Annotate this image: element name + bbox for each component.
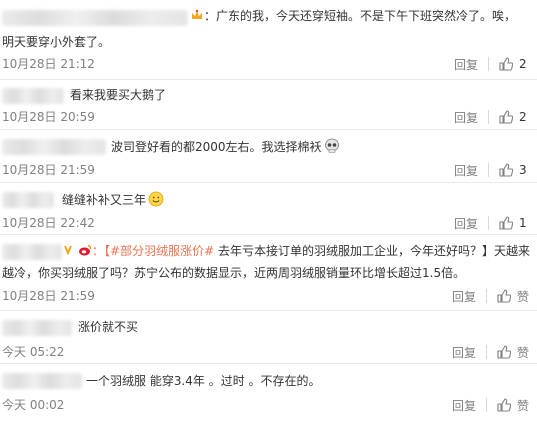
comment-text-line1: 缝缝补补又三年	[62, 193, 147, 207]
blurred-username	[2, 244, 62, 260]
like-button[interactable]: 1	[489, 216, 537, 230]
comment-text: ：【#部分羽绒服涨价# 去年亏本接订单的羽绒服加工企业，今年还好吗？】天越来	[64, 241, 530, 261]
like-count: 2	[519, 57, 527, 71]
like-label: 赞	[516, 398, 529, 413]
thumbs-up-icon	[499, 57, 513, 71]
like-button[interactable]: 赞	[487, 288, 537, 305]
comment-item: ：广东的我，今天还穿短袖。不是下午下班突然冷了。唉， 明天要穿小外套了。 10月…	[0, 0, 537, 80]
thumbs-up-icon	[497, 398, 511, 412]
comment-timestamp: 今天 05:22	[2, 345, 65, 359]
comment-timestamp: 今天 00:02	[2, 398, 65, 412]
comment-actions: 回复 赞	[442, 343, 537, 361]
comment-item: ：【#部分羽绒服涨价# 去年亏本接订单的羽绒服加工企业，今年还好吗？】天越来 越…	[0, 235, 537, 311]
comment-text: 缝缝补补又三年	[62, 190, 164, 210]
comment-item: 涨价就不买 今天 05:22 回复 赞	[0, 311, 537, 364]
blurred-username	[2, 320, 72, 336]
comment-text: 波司登好看的都2000左右。我选择棉袄	[111, 137, 340, 157]
like-button[interactable]: 赞	[487, 344, 537, 361]
blurred-username	[2, 192, 54, 208]
comment-timestamp: 10月28日 21:59	[2, 289, 95, 303]
comment-item: 一个羽绒服 能穿3.4年 。过时 。不存在的。 今天 00:02 回复 赞	[0, 364, 537, 430]
like-button[interactable]: 2	[489, 57, 537, 71]
thumbs-up-icon	[499, 163, 513, 177]
comment-actions: 回复 赞	[442, 287, 537, 305]
like-count: 2	[519, 110, 527, 124]
member-crown-icon	[192, 9, 202, 19]
comment-timestamp: 10月28日 21:59	[2, 163, 95, 177]
blurred-username	[2, 373, 82, 389]
reply-button[interactable]: 回复	[444, 162, 488, 179]
comment-item: 看来我要买大鹅了 10月28日 20:59 回复 2	[0, 80, 537, 130]
reply-button[interactable]: 回复	[444, 109, 488, 126]
comment-actions: 回复 2	[444, 55, 537, 73]
comment-timestamp: 10月28日 21:12	[2, 57, 95, 71]
comment-text-line1: 去年亏本接订单的羽绒服加工企业，今年还好吗？】天越来	[214, 244, 530, 258]
blurred-username	[2, 88, 64, 104]
comment-actions: 回复 1	[444, 214, 537, 232]
comment-text: 一个羽绒服 能穿3.4年 。过时 。不存在的。	[86, 374, 321, 388]
blurred-username	[2, 10, 188, 26]
blurred-username	[2, 139, 106, 155]
like-count: 1	[519, 216, 527, 230]
smile-emoji-icon	[148, 191, 164, 207]
like-label: 赞	[516, 345, 529, 360]
like-label: 赞	[516, 289, 529, 304]
thumbs-up-icon	[499, 110, 513, 124]
thumbs-up-icon	[497, 345, 511, 359]
comment-actions: 回复 赞	[442, 396, 537, 414]
comment-actions: 回复 2	[444, 108, 537, 126]
comment-text-line2: 越冷，你买羽绒服了吗？苏宁公布的数据显示，近两周羽绒服销量环比增长超过1.5倍。	[2, 266, 466, 280]
comment-text-line1: 波司登好看的都2000左右。我选择棉袄	[111, 140, 322, 154]
like-button[interactable]: 赞	[487, 397, 537, 414]
comment-item: 波司登好看的都2000左右。我选择棉袄 10月28日 21:59 回复 3	[0, 130, 537, 183]
thumbs-up-icon	[497, 289, 511, 303]
like-count: 3	[519, 163, 527, 177]
comment-timestamp: 10月28日 20:59	[2, 110, 95, 124]
thumbs-up-icon	[499, 216, 513, 230]
reply-button[interactable]: 回复	[442, 397, 486, 414]
reply-button[interactable]: 回复	[442, 344, 486, 361]
comment-timestamp: 10月28日 22:42	[2, 216, 95, 230]
comment-text-line1: ：广东的我，今天还穿短袖。不是下午下班突然冷了。唉，	[204, 9, 517, 23]
comment-text: 看来我要买大鹅了	[70, 88, 167, 102]
weibo-logo-icon	[79, 244, 92, 256]
comment-text: 涨价就不买	[78, 320, 139, 334]
topic-hashtag-link[interactable]: #部分羽绒服涨价#	[110, 244, 214, 258]
like-button[interactable]: 2	[489, 110, 537, 124]
reply-button[interactable]: 回复	[444, 56, 488, 73]
comment-text: ：广东的我，今天还穿短袖。不是下午下班突然冷了。唉，	[190, 6, 516, 26]
verified-badge-icon	[64, 245, 72, 256]
comment-item: 缝缝补补又三年 10月28日 22:42 回复 1	[0, 183, 537, 235]
quote-bracket-open: ：【	[92, 244, 111, 258]
reply-button[interactable]: 回复	[444, 215, 488, 232]
skull-emoji-icon	[324, 138, 339, 153]
reply-button[interactable]: 回复	[442, 288, 486, 305]
comment-text-line2: 明天要穿小外套了。	[2, 35, 111, 49]
like-button[interactable]: 3	[489, 163, 537, 177]
comment-actions: 回复 3	[444, 161, 537, 179]
